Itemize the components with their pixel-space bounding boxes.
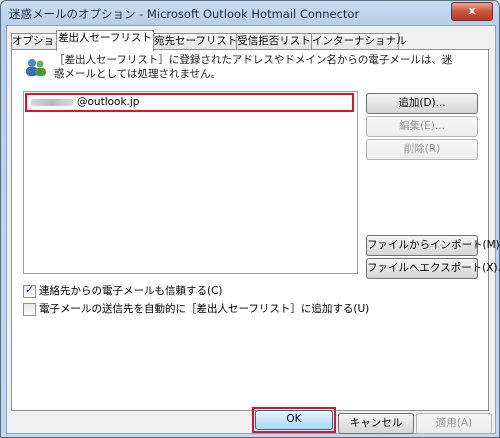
ok-button-highlight: OK xyxy=(252,407,336,433)
dialog-client: オプション 差出人セーフリスト 宛先セーフリスト 受信拒否リスト インターナショ… xyxy=(6,25,500,434)
tab-panel-safe-senders: ［差出人セーフリスト］に登録されたアドレスやドメイン名からの電子メールは、迷惑メ… xyxy=(11,49,500,411)
trust-contacts-label: 連絡先からの電子メールも信頼する(C) xyxy=(39,285,223,297)
description-text: ［差出人セーフリスト］に登録されたアドレスやドメイン名からの電子メールは、迷惑メ… xyxy=(54,54,453,80)
checkmark-icon: ✓ xyxy=(25,283,35,296)
dialog-window: 迷惑メールのオプション - Microsoft Outlook Hotmail … xyxy=(0,0,500,438)
people-icon xyxy=(26,59,46,76)
window-title: 迷惑メールのオプション - Microsoft Outlook Hotmail … xyxy=(9,7,360,21)
tab-label: インターナショナル xyxy=(312,35,407,47)
close-button[interactable]: x xyxy=(451,2,493,21)
list-item[interactable]: @outlook.jp xyxy=(25,93,354,112)
tab-safe-senders[interactable]: 差出人セーフリスト xyxy=(56,30,154,51)
redacted-text xyxy=(31,99,73,106)
tab-international[interactable]: インターナショナル xyxy=(311,33,407,50)
edit-button[interactable]: 編集(E)... xyxy=(366,116,478,137)
tab-safe-recipients[interactable]: 宛先セーフリスト xyxy=(153,33,237,50)
add-button[interactable]: 追加(D)... xyxy=(366,93,478,114)
delete-button[interactable]: 削除(R) xyxy=(366,139,478,160)
export-button[interactable]: ファイルへエクスポート(X)... xyxy=(366,258,500,279)
tab-blocked-senders[interactable]: 受信拒否リスト xyxy=(236,33,312,50)
tab-label: 宛先セーフリスト xyxy=(154,35,238,47)
apply-button[interactable]: 適用(A) xyxy=(416,413,492,434)
safe-senders-list[interactable]: @outlook.jp xyxy=(23,91,358,274)
trust-contacts-checkbox[interactable]: ✓ xyxy=(23,283,36,298)
tab-label: 差出人セーフリスト xyxy=(58,32,152,44)
cancel-button[interactable]: キャンセル xyxy=(338,413,414,434)
tab-options[interactable]: オプション xyxy=(11,33,65,50)
close-icon: x xyxy=(468,4,476,17)
import-button[interactable]: ファイルからインポート(M)... xyxy=(366,235,500,256)
ok-button[interactable]: OK xyxy=(255,410,333,430)
list-item-email: @outlook.jp xyxy=(77,96,140,108)
auto-add-recipients-label: 電子メールの送信先を自動的に［差出人セーフリスト］に追加する(U) xyxy=(39,303,370,315)
tab-label: 受信拒否リスト xyxy=(237,35,311,47)
auto-add-recipients-checkbox[interactable] xyxy=(23,303,36,316)
title-bar[interactable]: 迷惑メールのオプション - Microsoft Outlook Hotmail … xyxy=(1,1,499,25)
